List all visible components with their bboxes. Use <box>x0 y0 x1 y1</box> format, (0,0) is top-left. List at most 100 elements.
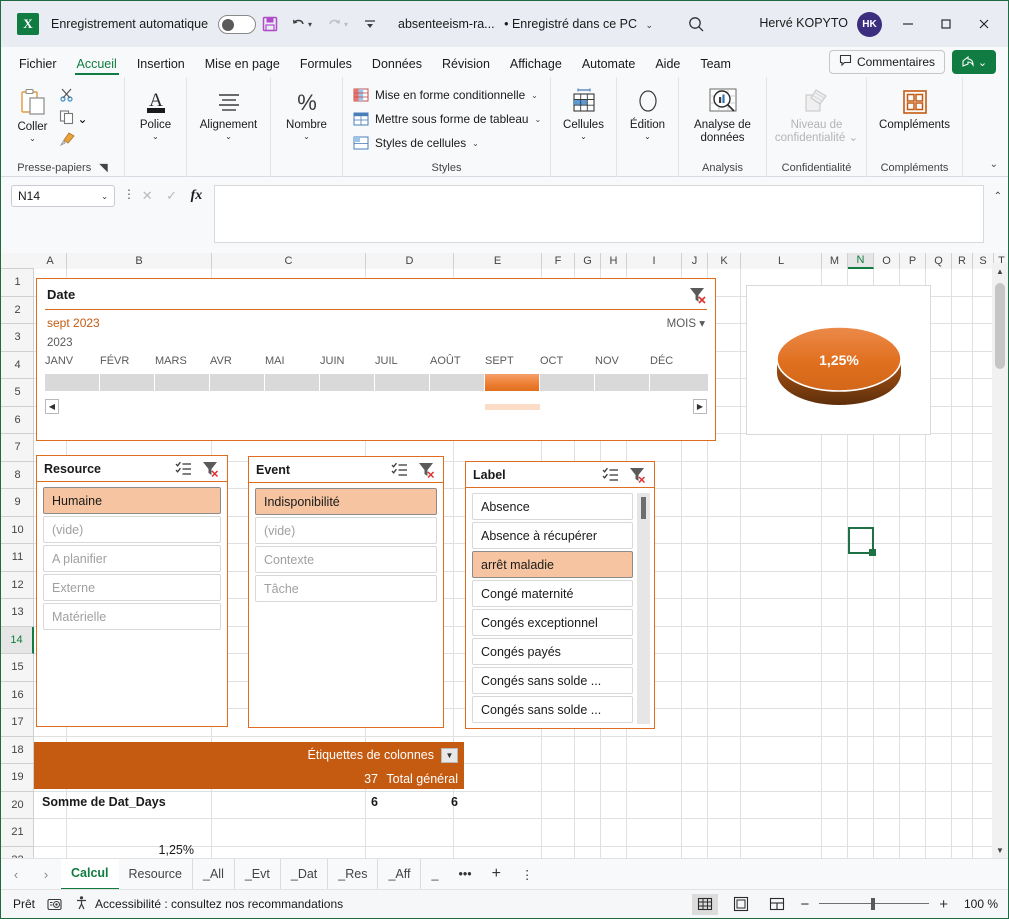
row-header-16[interactable]: 16 <box>1 682 34 709</box>
tab-accueil[interactable]: Accueil <box>67 53 127 77</box>
row-header-6[interactable]: 6 <box>1 407 34 434</box>
sheet-tab-aff[interactable]: _Aff <box>378 858 422 890</box>
row-header-14[interactable]: 14 <box>1 626 34 654</box>
event-slicer[interactable]: Event Indisponibilité (vide) Contexte Tâ… <box>248 456 444 728</box>
sheet-tab-evt[interactable]: _Evt <box>235 858 281 890</box>
timeline-level-caret-icon[interactable]: ▾ <box>699 318 705 330</box>
timeline-level-selector[interactable]: MOIS ▾ <box>667 316 705 330</box>
undo-dropdown-caret-icon[interactable]: ▾ <box>308 20 320 29</box>
column-header-R[interactable]: R <box>952 253 973 269</box>
pivot-filter-dropdown-icon[interactable]: ▼ <box>441 747 458 763</box>
multiselect-icon[interactable] <box>391 461 409 479</box>
row-header-20[interactable]: 20 <box>1 792 34 819</box>
row-header-9[interactable]: 9 <box>1 489 34 517</box>
add-sheet-icon[interactable]: + <box>482 859 511 890</box>
sheet-tab-resource[interactable]: Resource <box>119 858 194 890</box>
zoom-level-label[interactable]: 100 % <box>958 897 998 911</box>
timeline-segment-oct[interactable] <box>540 374 595 391</box>
copy-button[interactable]: ⌄ <box>59 109 88 128</box>
conditional-formatting-caret-icon[interactable]: ⌄ <box>531 91 538 100</box>
row-header-19[interactable]: 19 <box>1 764 34 792</box>
timeline-range-handle[interactable] <box>485 404 540 410</box>
slicer-item-vide[interactable]: (vide) <box>43 516 221 543</box>
tab-donnees[interactable]: Données <box>362 53 432 77</box>
zoom-slider[interactable] <box>819 897 930 911</box>
timeline-segment-mai[interactable] <box>265 374 320 391</box>
normal-view-icon[interactable] <box>692 893 719 915</box>
autosave-toggle[interactable] <box>218 14 257 34</box>
ribbon-group-editing[interactable]: Édition ⌄ <box>617 77 679 177</box>
minimize-button[interactable] <box>888 1 928 47</box>
font-caret-icon[interactable]: ⌄ <box>152 133 159 141</box>
timeline-scroll-right-icon[interactable]: ▶ <box>693 399 707 414</box>
row-header-22[interactable]: 22 <box>1 847 34 858</box>
sheet-tab-all[interactable]: _All <box>193 858 235 890</box>
timeline-segment-janv[interactable] <box>45 374 100 391</box>
data-analysis-button[interactable]: Analyse de données <box>683 81 763 145</box>
tab-aide[interactable]: Aide <box>645 53 690 77</box>
timeline-track[interactable] <box>45 374 709 391</box>
row-header-21[interactable]: 21 <box>1 819 34 847</box>
column-header-E[interactable]: E <box>454 253 542 269</box>
column-header-O[interactable]: O <box>874 253 900 269</box>
row-header-11[interactable]: 11 <box>1 544 34 572</box>
timeline-segment-avr[interactable] <box>210 374 265 391</box>
slicer-item-conges-payes[interactable]: Congés payés <box>472 638 633 665</box>
tab-revision[interactable]: Révision <box>432 53 500 77</box>
formula-input[interactable] <box>214 185 984 243</box>
slicer-item-a-planifier[interactable]: A planifier <box>43 545 221 572</box>
vertical-scrollbar-thumb[interactable] <box>995 283 1005 369</box>
column-header-K[interactable]: K <box>708 253 741 269</box>
timeline-segment-juin[interactable] <box>320 374 375 391</box>
number-button[interactable]: % Nombre ⌄ <box>275 81 339 141</box>
sheet-tab-dat[interactable]: _Dat <box>281 858 329 890</box>
cell-styles-caret-icon[interactable]: ⌄ <box>472 139 479 148</box>
row-header-1[interactable]: 1 <box>1 269 34 297</box>
tab-team[interactable]: Team <box>690 53 741 77</box>
row-header-18[interactable]: 18 <box>1 737 34 764</box>
column-header-G[interactable]: G <box>575 253 601 269</box>
name-box-chevron-down-icon[interactable]: ⌄ <box>101 192 108 201</box>
absenteeism-pie-chart[interactable]: 1,25% <box>746 285 931 435</box>
avatar[interactable]: HK <box>857 12 882 37</box>
tab-fichier[interactable]: Fichier <box>9 53 67 77</box>
timeline-scrollbar[interactable]: ◀ ▶ <box>45 399 707 415</box>
timeline-segment-dec[interactable] <box>650 374 709 391</box>
timeline-segment-fevr[interactable] <box>100 374 155 391</box>
column-header-D[interactable]: D <box>366 253 454 269</box>
customize-quick-access-icon[interactable] <box>356 11 384 37</box>
fill-handle[interactable] <box>869 549 876 556</box>
slicer-item-contexte[interactable]: Contexte <box>255 546 437 573</box>
column-header-A[interactable]: A <box>34 253 67 269</box>
page-break-view-icon[interactable] <box>764 894 790 915</box>
sheet-more-icon[interactable]: ••• <box>448 859 481 890</box>
label-slicer[interactable]: Label Absence Absence à récupérer arrêt … <box>465 461 655 729</box>
slicer-item-conges-sans-solde-1[interactable]: Congés sans solde ... <box>472 667 633 694</box>
row-header-8[interactable]: 8 <box>1 462 34 489</box>
insert-function-icon[interactable]: fx <box>191 188 203 204</box>
column-header-I[interactable]: I <box>627 253 682 269</box>
column-header-J[interactable]: J <box>682 253 708 269</box>
slicer-item-conge-maternite[interactable]: Congé maternité <box>472 580 633 607</box>
zoom-in-button[interactable]: + <box>939 896 948 913</box>
timeline-segment-juil[interactable] <box>375 374 430 391</box>
accessibility-status[interactable]: Accessibilité : consultez nos recommanda… <box>74 895 343 913</box>
ribbon-group-alignment[interactable]: Alignement ⌄ <box>187 77 271 177</box>
clear-filter-icon[interactable] <box>201 460 219 478</box>
editing-button[interactable]: Édition ⌄ <box>621 81 675 141</box>
slicer-item-conges-exceptionnel[interactable]: Congés exceptionnel <box>472 609 633 636</box>
cut-button[interactable] <box>59 87 88 106</box>
clear-filter-icon[interactable] <box>687 285 707 305</box>
alignment-caret-icon[interactable]: ⌄ <box>225 133 232 141</box>
column-header-N[interactable]: N <box>848 253 874 269</box>
cells-button[interactable]: Cellules ⌄ <box>555 81 613 141</box>
column-header-L[interactable]: L <box>741 253 822 269</box>
column-header-F[interactable]: F <box>542 253 575 269</box>
ribbon-group-number[interactable]: % Nombre ⌄ <box>271 77 343 177</box>
resource-slicer[interactable]: Resource Humaine (vide) A planifier Exte… <box>36 455 228 727</box>
name-box[interactable]: N14 ⌄ <box>11 185 115 207</box>
slicer-item-materielle[interactable]: Matérielle <box>43 603 221 630</box>
paste-caret-icon[interactable]: ⌄ <box>29 135 36 143</box>
editing-caret-icon[interactable]: ⌄ <box>644 133 651 141</box>
comments-button[interactable]: Commentaires <box>828 50 945 74</box>
